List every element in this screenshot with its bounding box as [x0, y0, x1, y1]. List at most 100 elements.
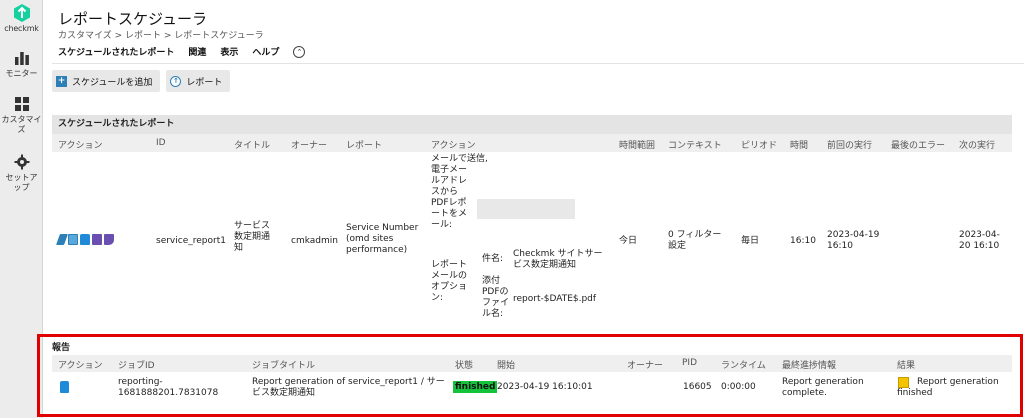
title-line: サービス [234, 221, 271, 231]
clone-icon[interactable] [68, 234, 78, 245]
scheduled-reports-title: スケジュールされたレポート [52, 115, 1012, 134]
col-time: 時間 [790, 141, 809, 151]
cell-result: Report generation finished [897, 377, 999, 399]
add-schedule-label: スケジュールを追加 [72, 77, 153, 88]
attach-line: ル名: [482, 309, 504, 319]
reports-title: 報告 [52, 343, 71, 353]
redacted-email [477, 199, 575, 219]
col-action: アクション [58, 141, 103, 151]
gear-icon [14, 154, 29, 170]
col-report: レポート [346, 141, 383, 151]
row-action-icons [55, 234, 116, 245]
col-owner: オーナー [627, 361, 664, 371]
cell-action-email: メールで送信, 電子メー ルアドレ スから PDFレポ ートをメ ール: [431, 154, 488, 231]
col-id: ID [156, 138, 166, 148]
col-next-run: 次の実行 [959, 141, 996, 151]
col-time-range: 時間範囲 [619, 141, 656, 151]
scheduled-table-header: アクション ID タイトル オーナー レポート アクション 時間範囲 コンテキス… [52, 134, 1012, 152]
menu-help[interactable]: ヘルプ [252, 45, 279, 58]
sidebar-item-customize[interactable]: カスタマイズ [0, 96, 43, 135]
attach-line: ファイ [482, 298, 510, 308]
cell-time: 16:10 [790, 236, 816, 246]
progress-line: Report generation [782, 377, 864, 387]
chevron-up-icon[interactable]: ⌃ [293, 45, 306, 58]
col-last-run: 前回の実行 [827, 141, 873, 151]
col-result: 結果 [897, 361, 916, 371]
report-button[interactable]: ↑ レポート [166, 70, 231, 92]
add-schedule-button[interactable]: + スケジュールを追加 [52, 70, 161, 92]
delete-icon[interactable] [60, 381, 69, 393]
logo-text: checkmk [4, 24, 39, 33]
cell-last-run: 2023-04-19 16:10 [827, 230, 879, 252]
delete-icon[interactable] [80, 234, 90, 245]
title-line: 知 [234, 243, 244, 253]
plus-icon: + [56, 75, 67, 87]
action-line: ルアドレ [431, 176, 468, 186]
context-line: 0 フィルター [668, 230, 722, 240]
report-line: Service Number [346, 223, 419, 233]
subject-line: ビス数定期通知 [513, 260, 577, 270]
col-start: 開始 [497, 361, 516, 371]
attach-label: 添付 PDFの ファイ ル名: [482, 276, 509, 320]
sidebar-item-monitor[interactable]: モニター [0, 50, 43, 79]
next-run-line: 2023-04- [959, 230, 1000, 240]
col-runtime: ランタイム [721, 361, 766, 371]
subject-value: Checkmk サイトサー ビス数定期通知 [513, 249, 603, 271]
sidebar-item-label: カスタマイズ [1, 115, 42, 134]
options-line: オプショ [431, 282, 468, 292]
bar-chart-icon [14, 52, 29, 65]
cell-job-title: Report generation of service_report1 / サ… [252, 377, 445, 399]
action-line: 電子メー [431, 165, 468, 175]
context-line: 設定 [668, 241, 687, 251]
col-period: ピリオド [741, 141, 778, 151]
col-job-title: ジョブタイトル [252, 361, 316, 371]
col-pid: PID [682, 358, 698, 368]
checkmk-logo[interactable]: checkmk [0, 4, 43, 33]
sidebar-item-setup[interactable]: セットアップ [0, 154, 43, 193]
options-line: メールの [431, 271, 468, 281]
grid-icon [14, 97, 29, 111]
action-line: スから [431, 187, 459, 197]
edit-icon[interactable] [55, 234, 69, 245]
progress-line: complete. [782, 388, 827, 398]
last-run-line: 16:10 [827, 241, 853, 251]
attach-line: PDFの [482, 287, 509, 297]
cell-id: service_report1 [156, 236, 226, 246]
last-run-line: 2023-04-19 [827, 230, 880, 240]
report-pdf-icon[interactable] [92, 234, 102, 245]
cell-mail-options: レポート メールの オプショ ン: [431, 260, 467, 304]
cell-state: finished [453, 381, 498, 393]
sidebar-item-label: モニター [5, 69, 38, 78]
cell-progress: Report generation complete. [782, 377, 864, 399]
send-report-icon[interactable] [104, 234, 114, 245]
report-line: performance) [346, 245, 408, 255]
report-icon: ↑ [170, 75, 182, 87]
cell-context: 0 フィルター 設定 [668, 230, 721, 252]
menu-bar: スケジュールされたレポート 関連 表示 ヘルプ ⌃ [52, 40, 1024, 64]
cell-owner: cmkadmin [291, 236, 338, 246]
reports-table-row: reporting- 1681888201.7831078 Report gen… [52, 372, 1012, 410]
action-line: ール: [431, 220, 453, 230]
result-line: finished [897, 388, 933, 398]
sidebar-item-label: セットアップ [5, 173, 38, 192]
col-progress: 最終進捗情報 [782, 361, 837, 371]
menu-scheduled-reports[interactable]: スケジュールされたレポート [58, 45, 174, 58]
cell-job-id: reporting- 1681888201.7831078 [118, 377, 218, 399]
result-line: Report generation [917, 377, 999, 387]
menu-display[interactable]: 表示 [220, 45, 238, 58]
attach-line: 添付 [482, 276, 501, 286]
job-id-line: reporting- [118, 377, 163, 387]
menu-related[interactable]: 関連 [188, 45, 206, 58]
job-title-line: Report generation of service_report1 / サ… [252, 377, 445, 387]
report-line: (omd sites [346, 234, 394, 244]
subject-line: Checkmk サイトサー [513, 249, 603, 259]
cell-time-range: 今日 [619, 236, 638, 246]
col-action: アクション [58, 361, 103, 371]
status-badge: finished [453, 381, 498, 393]
cell-start: 2023-04-19 16:10:01 [497, 382, 593, 392]
scheduled-table-row: service_report1 サービス 数定期通 知 cmkadmin Ser… [52, 152, 1012, 330]
checkmk-logo-icon [13, 4, 30, 22]
reports-table-header: アクション ジョブID ジョブタイトル 状態 開始 オーナー PID ランタイム… [52, 355, 1012, 372]
cell-title: サービス 数定期通 知 [234, 221, 270, 254]
next-run-line: 20 16:10 [959, 241, 1000, 251]
